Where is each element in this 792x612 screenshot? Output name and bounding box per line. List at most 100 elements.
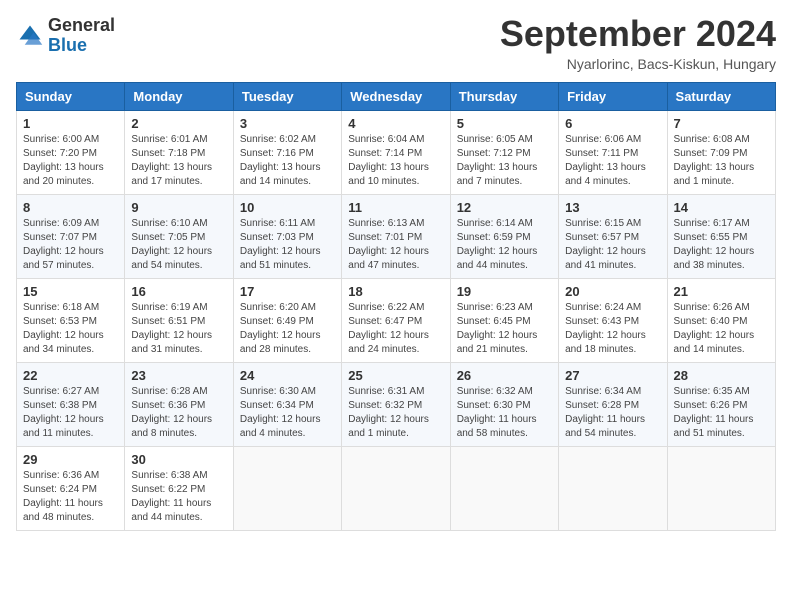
- day-info: Sunrise: 6:18 AM Sunset: 6:53 PM Dayligh…: [23, 301, 118, 357]
- day-number: 8: [23, 200, 118, 215]
- day-info: Sunrise: 6:13 AM Sunset: 7:01 PM Dayligh…: [348, 217, 443, 273]
- day-number: 24: [240, 368, 335, 383]
- calendar-cell: 6 Sunrise: 6:06 AM Sunset: 7:11 PM Dayli…: [559, 111, 667, 195]
- weekday-header-thursday: Thursday: [450, 83, 558, 111]
- calendar-cell: 18 Sunrise: 6:22 AM Sunset: 6:47 PM Dayl…: [342, 279, 450, 363]
- calendar-cell: 12 Sunrise: 6:14 AM Sunset: 6:59 PM Dayl…: [450, 195, 558, 279]
- day-info: Sunrise: 6:19 AM Sunset: 6:51 PM Dayligh…: [131, 301, 226, 357]
- calendar-cell: 1 Sunrise: 6:00 AM Sunset: 7:20 PM Dayli…: [17, 111, 125, 195]
- day-info: Sunrise: 6:09 AM Sunset: 7:07 PM Dayligh…: [23, 217, 118, 273]
- day-number: 7: [674, 116, 769, 131]
- calendar-cell: 30 Sunrise: 6:38 AM Sunset: 6:22 PM Dayl…: [125, 447, 233, 531]
- calendar-cell: 21 Sunrise: 6:26 AM Sunset: 6:40 PM Dayl…: [667, 279, 775, 363]
- calendar-cell: 24 Sunrise: 6:30 AM Sunset: 6:34 PM Dayl…: [233, 363, 341, 447]
- day-info: Sunrise: 6:06 AM Sunset: 7:11 PM Dayligh…: [565, 133, 660, 189]
- calendar-cell: 25 Sunrise: 6:31 AM Sunset: 6:32 PM Dayl…: [342, 363, 450, 447]
- day-info: Sunrise: 6:04 AM Sunset: 7:14 PM Dayligh…: [348, 133, 443, 189]
- calendar-cell: 15 Sunrise: 6:18 AM Sunset: 6:53 PM Dayl…: [17, 279, 125, 363]
- day-info: Sunrise: 6:05 AM Sunset: 7:12 PM Dayligh…: [457, 133, 552, 189]
- day-info: Sunrise: 6:24 AM Sunset: 6:43 PM Dayligh…: [565, 301, 660, 357]
- calendar-cell: 9 Sunrise: 6:10 AM Sunset: 7:05 PM Dayli…: [125, 195, 233, 279]
- day-number: 28: [674, 368, 769, 383]
- day-info: Sunrise: 6:02 AM Sunset: 7:16 PM Dayligh…: [240, 133, 335, 189]
- calendar-header-row: SundayMondayTuesdayWednesdayThursdayFrid…: [17, 83, 776, 111]
- day-info: Sunrise: 6:10 AM Sunset: 7:05 PM Dayligh…: [131, 217, 226, 273]
- calendar-week-row: 1 Sunrise: 6:00 AM Sunset: 7:20 PM Dayli…: [17, 111, 776, 195]
- calendar-cell: [667, 447, 775, 531]
- calendar-cell: 8 Sunrise: 6:09 AM Sunset: 7:07 PM Dayli…: [17, 195, 125, 279]
- day-number: 13: [565, 200, 660, 215]
- calendar-week-row: 22 Sunrise: 6:27 AM Sunset: 6:38 PM Dayl…: [17, 363, 776, 447]
- calendar-cell: 23 Sunrise: 6:28 AM Sunset: 6:36 PM Dayl…: [125, 363, 233, 447]
- day-info: Sunrise: 6:32 AM Sunset: 6:30 PM Dayligh…: [457, 385, 552, 441]
- weekday-header-tuesday: Tuesday: [233, 83, 341, 111]
- calendar-cell: 3 Sunrise: 6:02 AM Sunset: 7:16 PM Dayli…: [233, 111, 341, 195]
- calendar-cell: 17 Sunrise: 6:20 AM Sunset: 6:49 PM Dayl…: [233, 279, 341, 363]
- calendar-cell: 26 Sunrise: 6:32 AM Sunset: 6:30 PM Dayl…: [450, 363, 558, 447]
- calendar-cell: [450, 447, 558, 531]
- day-number: 2: [131, 116, 226, 131]
- calendar-cell: 16 Sunrise: 6:19 AM Sunset: 6:51 PM Dayl…: [125, 279, 233, 363]
- day-info: Sunrise: 6:08 AM Sunset: 7:09 PM Dayligh…: [674, 133, 769, 189]
- day-number: 15: [23, 284, 118, 299]
- day-number: 1: [23, 116, 118, 131]
- calendar-cell: 11 Sunrise: 6:13 AM Sunset: 7:01 PM Dayl…: [342, 195, 450, 279]
- calendar-cell: 7 Sunrise: 6:08 AM Sunset: 7:09 PM Dayli…: [667, 111, 775, 195]
- calendar-cell: 19 Sunrise: 6:23 AM Sunset: 6:45 PM Dayl…: [450, 279, 558, 363]
- weekday-header-monday: Monday: [125, 83, 233, 111]
- day-number: 29: [23, 452, 118, 467]
- calendar-cell: 28 Sunrise: 6:35 AM Sunset: 6:26 PM Dayl…: [667, 363, 775, 447]
- weekday-header-friday: Friday: [559, 83, 667, 111]
- day-number: 23: [131, 368, 226, 383]
- day-info: Sunrise: 6:35 AM Sunset: 6:26 PM Dayligh…: [674, 385, 769, 441]
- logo-general-text: General: [48, 15, 115, 35]
- calendar-cell: [559, 447, 667, 531]
- calendar-cell: 4 Sunrise: 6:04 AM Sunset: 7:14 PM Dayli…: [342, 111, 450, 195]
- calendar-cell: 13 Sunrise: 6:15 AM Sunset: 6:57 PM Dayl…: [559, 195, 667, 279]
- calendar-cell: 29 Sunrise: 6:36 AM Sunset: 6:24 PM Dayl…: [17, 447, 125, 531]
- day-number: 20: [565, 284, 660, 299]
- day-info: Sunrise: 6:20 AM Sunset: 6:49 PM Dayligh…: [240, 301, 335, 357]
- day-info: Sunrise: 6:23 AM Sunset: 6:45 PM Dayligh…: [457, 301, 552, 357]
- day-number: 16: [131, 284, 226, 299]
- day-info: Sunrise: 6:38 AM Sunset: 6:22 PM Dayligh…: [131, 469, 226, 525]
- month-title: September 2024: [500, 16, 776, 52]
- day-number: 17: [240, 284, 335, 299]
- calendar-cell: [233, 447, 341, 531]
- day-info: Sunrise: 6:34 AM Sunset: 6:28 PM Dayligh…: [565, 385, 660, 441]
- day-number: 21: [674, 284, 769, 299]
- day-number: 14: [674, 200, 769, 215]
- day-number: 3: [240, 116, 335, 131]
- calendar-cell: 27 Sunrise: 6:34 AM Sunset: 6:28 PM Dayl…: [559, 363, 667, 447]
- calendar-week-row: 29 Sunrise: 6:36 AM Sunset: 6:24 PM Dayl…: [17, 447, 776, 531]
- location-subtitle: Nyarlorinc, Bacs-Kiskun, Hungary: [500, 56, 776, 72]
- logo-icon: [16, 22, 44, 50]
- weekday-header-saturday: Saturday: [667, 83, 775, 111]
- calendar-body: 1 Sunrise: 6:00 AM Sunset: 7:20 PM Dayli…: [17, 111, 776, 531]
- day-number: 10: [240, 200, 335, 215]
- header: General Blue September 2024 Nyarlorinc, …: [16, 16, 776, 72]
- calendar-cell: 2 Sunrise: 6:01 AM Sunset: 7:18 PM Dayli…: [125, 111, 233, 195]
- day-info: Sunrise: 6:28 AM Sunset: 6:36 PM Dayligh…: [131, 385, 226, 441]
- calendar-cell: 20 Sunrise: 6:24 AM Sunset: 6:43 PM Dayl…: [559, 279, 667, 363]
- day-info: Sunrise: 6:26 AM Sunset: 6:40 PM Dayligh…: [674, 301, 769, 357]
- day-number: 4: [348, 116, 443, 131]
- day-number: 22: [23, 368, 118, 383]
- day-number: 9: [131, 200, 226, 215]
- day-number: 25: [348, 368, 443, 383]
- logo-blue-text: Blue: [48, 35, 87, 55]
- calendar-cell: 5 Sunrise: 6:05 AM Sunset: 7:12 PM Dayli…: [450, 111, 558, 195]
- calendar-table: SundayMondayTuesdayWednesdayThursdayFrid…: [16, 82, 776, 531]
- calendar-cell: 22 Sunrise: 6:27 AM Sunset: 6:38 PM Dayl…: [17, 363, 125, 447]
- weekday-header-sunday: Sunday: [17, 83, 125, 111]
- calendar-cell: [342, 447, 450, 531]
- day-info: Sunrise: 6:11 AM Sunset: 7:03 PM Dayligh…: [240, 217, 335, 273]
- weekday-header-wednesday: Wednesday: [342, 83, 450, 111]
- day-info: Sunrise: 6:15 AM Sunset: 6:57 PM Dayligh…: [565, 217, 660, 273]
- logo: General Blue: [16, 16, 115, 56]
- title-area: September 2024 Nyarlorinc, Bacs-Kiskun, …: [500, 16, 776, 72]
- day-info: Sunrise: 6:01 AM Sunset: 7:18 PM Dayligh…: [131, 133, 226, 189]
- calendar-cell: 10 Sunrise: 6:11 AM Sunset: 7:03 PM Dayl…: [233, 195, 341, 279]
- day-number: 6: [565, 116, 660, 131]
- day-info: Sunrise: 6:17 AM Sunset: 6:55 PM Dayligh…: [674, 217, 769, 273]
